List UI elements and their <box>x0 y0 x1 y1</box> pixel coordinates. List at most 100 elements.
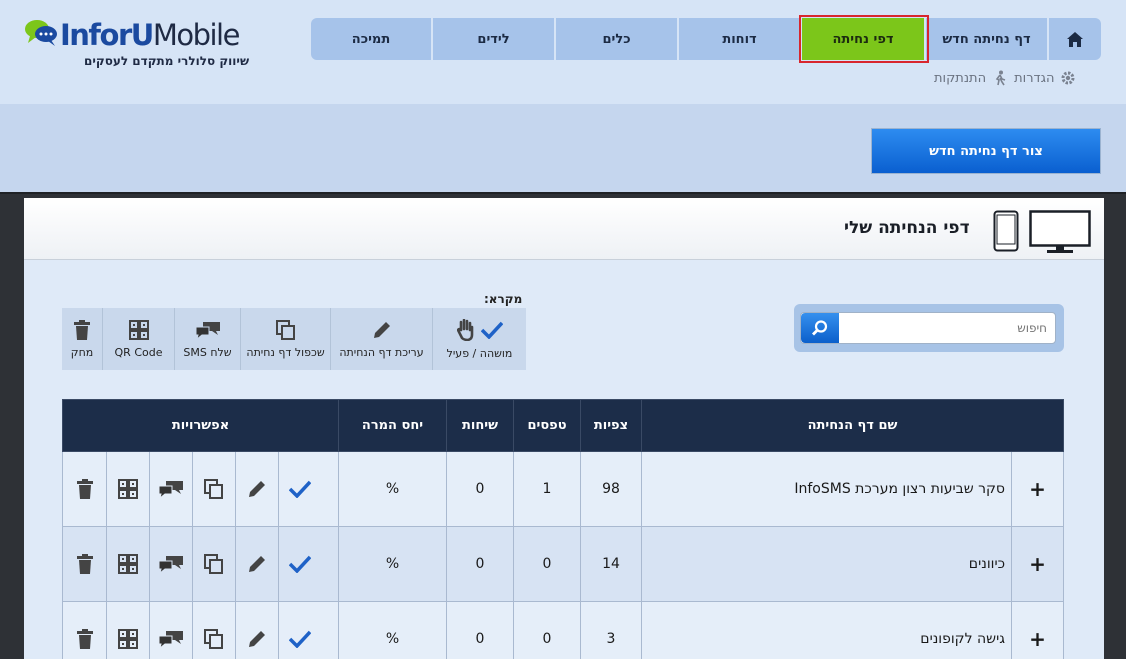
qr-code-button[interactable] <box>106 452 149 526</box>
qr-icon <box>118 479 138 499</box>
copy-icon <box>204 479 223 499</box>
cell-forms: 1 <box>513 451 581 527</box>
table-row: % 0 0 3 גישה לקופונים + <box>62 601 1064 659</box>
home-icon <box>1067 31 1083 47</box>
nav-item-new-landing-page[interactable]: דף נחיתה חדש <box>926 18 1049 60</box>
send-sms-button[interactable] <box>149 602 192 659</box>
legend-item-pause-active: מושהה / פעיל <box>432 308 526 370</box>
top-header: InforUMobile שיווק סלולרי מתקדם לעסקים ת… <box>0 0 1126 104</box>
nav-item-tools[interactable]: כלים <box>556 18 679 60</box>
logo-text: InforUMobile <box>60 18 241 52</box>
page-title: דפי הנחיתה שלי <box>844 218 970 238</box>
pencil-icon <box>373 321 390 338</box>
edit-button[interactable] <box>235 602 278 659</box>
settings-link[interactable]: הגדרות <box>1014 70 1076 86</box>
nav-item-home[interactable] <box>1049 18 1101 60</box>
hand-icon <box>456 318 473 341</box>
send-sms-button[interactable] <box>149 452 192 526</box>
expand-button[interactable]: + <box>1011 526 1064 602</box>
copy-icon <box>275 319 295 340</box>
trash-icon <box>76 629 93 649</box>
pencil-icon <box>249 481 265 497</box>
qr-icon <box>128 319 149 340</box>
header-calls[interactable]: שיחות <box>446 399 514 452</box>
row-options <box>62 601 339 659</box>
qr-code-button[interactable] <box>106 527 149 601</box>
legend-label-edit: עריכת דף הנחיתה <box>339 345 424 359</box>
legend: מחק QR Code שלח SMS שכפול דף נחיתה עריכת… <box>62 308 526 370</box>
legend-item-duplicate: שכפול דף נחיתה <box>240 308 330 370</box>
logo-bubbles-icon <box>25 20 57 46</box>
cell-views: 14 <box>580 526 642 602</box>
check-icon <box>480 321 503 339</box>
action-bar: צור דף נחיתה חדש <box>0 104 1126 194</box>
gear-icon <box>1061 71 1075 85</box>
duplicate-button[interactable] <box>192 527 235 601</box>
legend-label-qr: QR Code <box>114 345 163 359</box>
header-conversion[interactable]: יחס המרה <box>338 399 447 452</box>
header-options: אפשרויות <box>62 399 339 452</box>
toggle-active-button[interactable] <box>278 602 321 659</box>
qr-icon <box>118 554 138 574</box>
cell-name[interactable]: גישה לקופונים <box>641 601 1012 659</box>
cell-calls: 0 <box>446 601 514 659</box>
legend-item-delete: מחק <box>62 308 102 370</box>
logo-brand-b: Mobile <box>152 18 241 52</box>
legend-item-edit: עריכת דף הנחיתה <box>330 308 432 370</box>
expand-button[interactable]: + <box>1011 451 1064 527</box>
nav-item-support[interactable]: תמיכה <box>311 18 433 60</box>
settings-label: הגדרות <box>1014 70 1055 86</box>
header-name[interactable]: שם דף הנחיתה <box>641 399 1064 452</box>
search-button[interactable] <box>801 313 839 343</box>
main-nav: תמיכה לידים כלים דוחות דפי נחיתה דף נחית… <box>311 15 1101 63</box>
logout-label: התנתקות <box>934 70 987 86</box>
qr-icon <box>118 629 138 649</box>
landing-pages-table: אפשרויות יחס המרה שיחות טפסים צפיות שם ד… <box>62 399 1064 659</box>
logout-link[interactable]: התנתקות <box>934 70 1008 86</box>
copy-icon <box>204 629 223 649</box>
pencil-icon <box>249 631 265 647</box>
legend-label: מקרא: <box>484 292 523 306</box>
duplicate-button[interactable] <box>192 602 235 659</box>
cell-calls: 0 <box>446 451 514 527</box>
tablet-icon <box>993 210 1019 252</box>
nav-item-leads[interactable]: לידים <box>433 18 556 60</box>
cell-conversion: % <box>338 451 447 527</box>
cell-calls: 0 <box>446 526 514 602</box>
copy-icon <box>204 554 223 574</box>
header-forms[interactable]: טפסים <box>513 399 581 452</box>
duplicate-button[interactable] <box>192 452 235 526</box>
delete-button[interactable] <box>63 452 106 526</box>
pencil-icon <box>249 556 265 572</box>
nav-item-reports[interactable]: דוחות <box>679 18 802 60</box>
delete-button[interactable] <box>63 602 106 659</box>
legend-label-pause-active: מושהה / פעיל <box>446 346 513 360</box>
table-header-row: אפשרויות יחס המרה שיחות טפסים צפיות שם ד… <box>62 399 1064 452</box>
qr-code-button[interactable] <box>106 602 149 659</box>
table-row: % 0 1 98 סקר שביעות רצון מערכת InfoSMS + <box>62 451 1064 527</box>
cell-forms: 0 <box>513 526 581 602</box>
delete-button[interactable] <box>63 527 106 601</box>
logout-icon <box>995 70 1006 86</box>
logo-tagline: שיווק סלולרי מתקדם לעסקים <box>84 54 250 68</box>
cell-conversion: % <box>338 526 447 602</box>
search-icon <box>812 320 828 336</box>
check-icon <box>289 480 311 498</box>
header-views[interactable]: צפיות <box>580 399 642 452</box>
cell-name[interactable]: סקר שביעות רצון מערכת InfoSMS <box>641 451 1012 527</box>
edit-button[interactable] <box>235 527 278 601</box>
send-sms-button[interactable] <box>149 527 192 601</box>
sub-links: הגדרות התנתקות <box>934 70 1076 86</box>
chat-icon <box>158 556 183 574</box>
toggle-active-button[interactable] <box>278 527 321 601</box>
legend-label-delete: מחק <box>70 345 94 359</box>
panel-header: דפי הנחיתה שלי <box>24 198 1104 260</box>
nav-item-landing-pages[interactable]: דפי נחיתה <box>799 15 929 63</box>
edit-button[interactable] <box>235 452 278 526</box>
toggle-active-button[interactable] <box>278 452 321 526</box>
logo[interactable]: InforUMobile שיווק סלולרי מתקדם לעסקים <box>24 18 254 72</box>
expand-button[interactable]: + <box>1011 601 1064 659</box>
create-landing-page-button[interactable]: צור דף נחיתה חדש <box>871 128 1101 174</box>
row-options <box>62 451 339 527</box>
cell-name[interactable]: כיוונים <box>641 526 1012 602</box>
